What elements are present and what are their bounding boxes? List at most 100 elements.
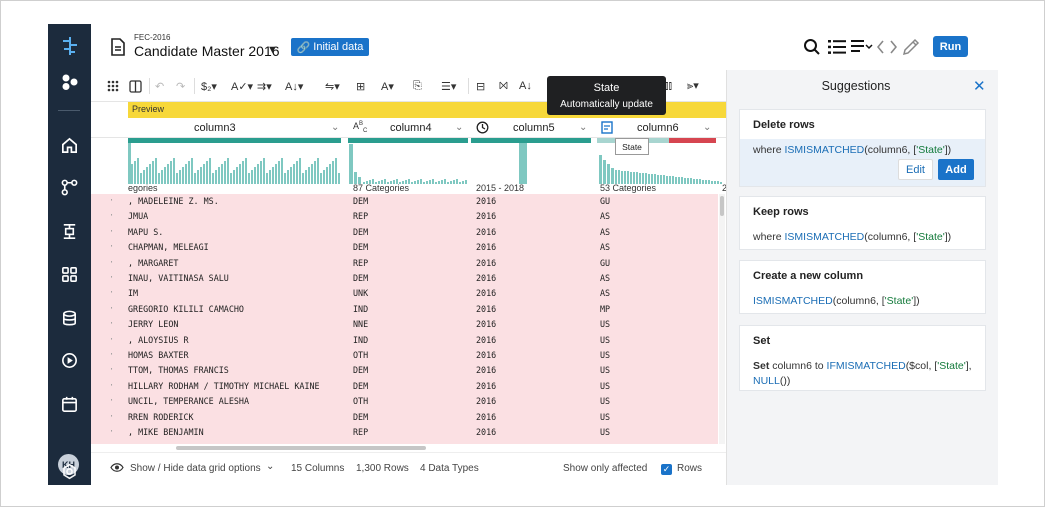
histogram-bar[interactable] (239, 164, 241, 184)
table-cell[interactable]: US (600, 427, 610, 437)
split-icon[interactable]: ⊞ (356, 77, 365, 95)
grid-view-icon[interactable] (107, 77, 119, 95)
histogram-bar[interactable] (275, 164, 277, 184)
recipe-list-icon[interactable] (828, 38, 846, 56)
histogram-bar[interactable] (519, 143, 527, 184)
histogram-bar[interactable] (191, 158, 193, 184)
table-row[interactable]: · TTOM, THOMAS FRANCIS DEM 2016 US (91, 363, 718, 378)
histogram-bar[interactable] (128, 143, 131, 184)
table-cell[interactable]: , MIKE BENJAMIN (128, 427, 204, 437)
table-row[interactable]: ·, MIKE BENJAMIN REP 2016 US (91, 425, 718, 440)
histogram-bar[interactable] (197, 170, 199, 184)
histogram-bar[interactable] (618, 170, 620, 184)
histogram-bar[interactable] (305, 170, 307, 184)
table-row[interactable]: · UNCIL, TEMPERANCE ALESHA OTH 2016 US (91, 394, 718, 409)
table-cell[interactable]: HILLARY RODHAM / TIMOTHY MICHAEL KAINE (128, 381, 320, 391)
histogram-bar[interactable] (349, 144, 353, 184)
histogram-bar[interactable] (245, 158, 247, 184)
table-cell[interactable]: 2016 (476, 319, 496, 329)
eyedropper-icon[interactable] (902, 38, 920, 56)
table-cell[interactable]: 2016 (476, 350, 496, 360)
histogram-bar[interactable] (131, 164, 133, 184)
add-button[interactable]: Add (938, 159, 974, 180)
home-icon[interactable] (58, 134, 81, 157)
table-row[interactable]: ·, ALOYSIUS R IND 2016 US (91, 333, 718, 348)
histogram-bar[interactable] (227, 158, 229, 184)
chevron-down-icon[interactable]: ⌄ (455, 122, 463, 133)
histogram-bar[interactable] (149, 164, 151, 184)
histogram-bar[interactable] (293, 164, 295, 184)
table-cell[interactable]: MP (600, 304, 610, 314)
run-button[interactable]: Run (933, 36, 968, 57)
table-cell[interactable]: US (600, 335, 610, 345)
flows-cluster-icon[interactable] (58, 70, 81, 93)
table-cell[interactable]: 2016 (476, 273, 496, 283)
table-cell[interactable]: REP (353, 211, 368, 221)
table-cell[interactable]: US (600, 350, 610, 360)
table-cell[interactable]: RREN RODERICK (128, 412, 194, 422)
histogram-bar[interactable] (182, 167, 184, 184)
table-cell[interactable]: NNE (353, 319, 368, 329)
suggestion-card-keep-rows[interactable]: Keep rows where ISMISMATCHED(column6, ['… (739, 196, 986, 250)
histogram-bar[interactable] (185, 164, 187, 184)
table-cell[interactable]: DEM (353, 196, 368, 206)
histogram-bar[interactable] (218, 167, 220, 184)
table-cell[interactable]: UNK (353, 288, 368, 298)
table-cell[interactable]: DEM (353, 242, 368, 252)
replace-icon[interactable]: $₂▾ (201, 77, 217, 95)
histogram-bar[interactable] (146, 167, 148, 184)
histogram-bar[interactable] (170, 161, 172, 184)
eye-icon[interactable] (110, 462, 124, 476)
histogram-bar[interactable] (308, 167, 310, 184)
table-cell[interactable]: DEM (353, 365, 368, 375)
table-cell[interactable]: IND (353, 304, 368, 314)
histogram-bar[interactable] (179, 170, 181, 184)
columns-settings-icon[interactable]: ⫾⫾ (665, 77, 672, 95)
chevron-down-icon[interactable]: ⌄ (331, 122, 339, 133)
histogram-bar[interactable] (224, 161, 226, 184)
table-row[interactable]: ·, MARGARET REP 2016 GU (91, 256, 718, 271)
column-header-column6[interactable]: column6 (637, 118, 679, 138)
histogram-bar[interactable] (152, 161, 154, 184)
vertical-scrollbar[interactable] (719, 194, 725, 444)
histogram-bar[interactable] (311, 164, 313, 184)
histogram-bar[interactable] (221, 164, 223, 184)
histogram-bar[interactable] (290, 167, 292, 184)
sort-icon[interactable]: A↓▾ (285, 77, 303, 95)
histogram-bar[interactable] (299, 158, 301, 184)
histogram-bar[interactable] (254, 167, 256, 184)
table-cell[interactable]: MAPU S. (128, 227, 163, 237)
table-cell[interactable]: HOMAS BAXTER (128, 350, 189, 360)
column-header-column3[interactable]: column3 (194, 118, 236, 138)
histogram-bar[interactable] (323, 170, 325, 184)
histogram-bar[interactable] (233, 170, 235, 184)
table-cell[interactable]: AS (600, 211, 610, 221)
table-cell[interactable]: 2016 (476, 412, 496, 422)
table-row[interactable]: · HILLARY RODHAM / TIMOTHY MICHAEL KAINE D… (91, 379, 718, 394)
suggestion-card-set[interactable]: Set Set column6 to IFMISMATCHED($col, ['… (739, 325, 986, 391)
settings-icon[interactable]: ⫸▾ (687, 77, 699, 95)
histogram-bar[interactable] (278, 161, 280, 184)
table-row[interactable]: · RREN RODERICK DEM 2016 US (91, 410, 718, 425)
library-grid-icon[interactable] (58, 263, 81, 286)
jobs-play-icon[interactable] (58, 349, 81, 372)
chevron-down-icon[interactable]: ▼ (267, 44, 278, 56)
column-details-icon[interactable] (851, 38, 873, 56)
flow-name[interactable]: FEC-2016 (134, 33, 170, 42)
table-cell[interactable]: 2016 (476, 396, 496, 406)
table-cell[interactable]: DEM (353, 412, 368, 422)
histogram-bar[interactable] (206, 161, 208, 184)
table-cell[interactable]: 2016 (476, 427, 496, 437)
table-cell[interactable]: AS (600, 242, 610, 252)
suggestion-card-delete-rows[interactable]: Delete rows where ISMISMATCHED(column6, … (739, 109, 986, 187)
code-view-icon[interactable] (877, 38, 897, 56)
table-row[interactable]: · HOMAS BAXTER OTH 2016 US (91, 348, 718, 363)
histogram-bar[interactable] (236, 167, 238, 184)
table-cell[interactable]: DEM (353, 381, 368, 391)
initial-data-button[interactable]: 🔗 Initial data (291, 38, 369, 56)
table-cell[interactable]: 2016 (476, 304, 496, 314)
histogram-bar[interactable] (607, 164, 610, 184)
histogram-bar[interactable] (621, 170, 623, 184)
datetime-type-icon[interactable] (476, 121, 489, 136)
histogram-bar[interactable] (203, 164, 205, 184)
